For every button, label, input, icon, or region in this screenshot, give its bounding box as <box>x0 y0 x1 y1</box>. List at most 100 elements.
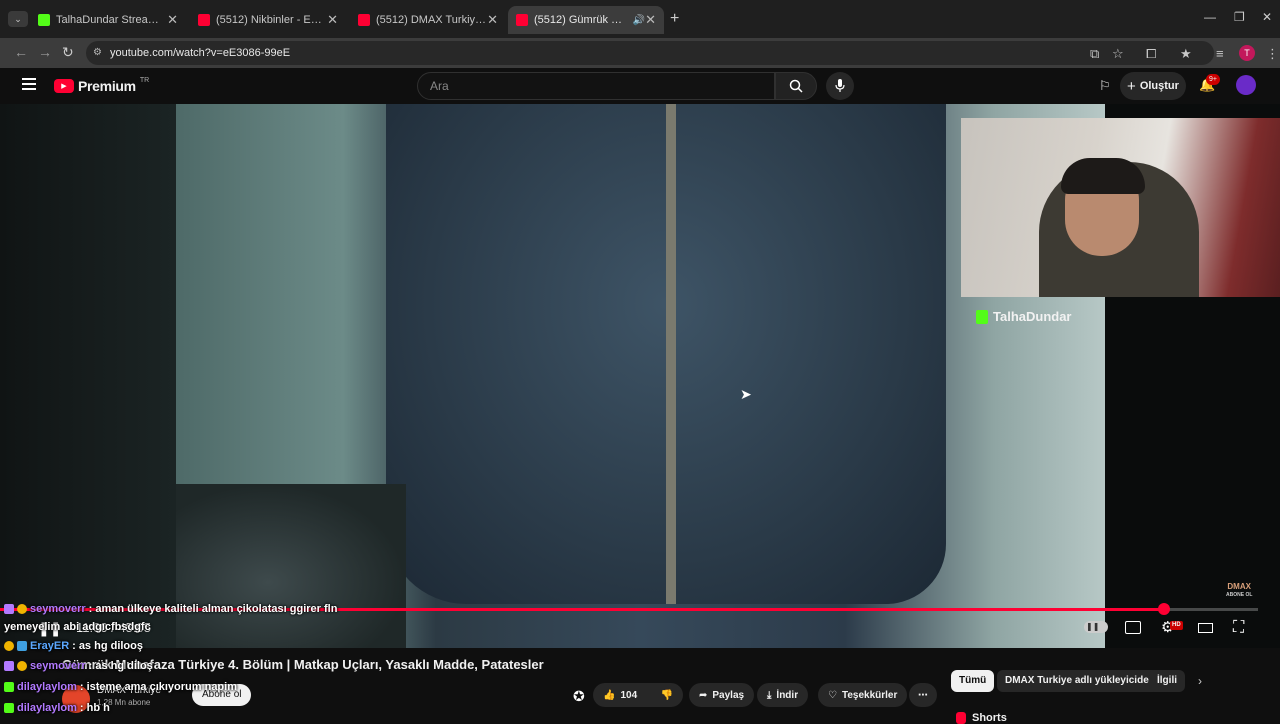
profile-avatar[interactable]: T <box>1239 45 1255 61</box>
youtube-favicon-icon <box>516 14 528 26</box>
minimize-icon[interactable]: — <box>1204 10 1216 24</box>
chip-related[interactable]: İlgili <box>1149 670 1185 692</box>
theater-mode-button[interactable] <box>1198 623 1213 633</box>
youtube-header: ▶ Premium TR Ara ⚐ + Oluştur 🔔 9+ <box>0 68 1280 104</box>
notification-count-badge: 9+ <box>1206 74 1220 85</box>
forward-icon[interactable]: → <box>38 44 52 60</box>
window-close-icon[interactable]: ✕ <box>1262 10 1272 24</box>
menu-dots-icon[interactable]: ⋮ <box>1266 46 1279 62</box>
chat-message: dilaylaylom : hb h <box>4 702 110 714</box>
cast-icon[interactable]: ⧉ <box>1090 46 1099 62</box>
tab-title: (5512) Nikbinler - Eylülzede | 7... <box>216 14 328 26</box>
tab-gumruk[interactable]: (5512) Gümrük Muhafaza Türkiye 🔊 ✕ <box>508 6 664 34</box>
share-label: Paylaş <box>712 689 745 701</box>
chat-message: ErayER : as hg dilooş <box>4 640 143 652</box>
media-control-icon[interactable]: ≡ <box>1216 46 1224 61</box>
tab-close-icon[interactable]: ✕ <box>167 12 178 28</box>
channel-watermark[interactable]: DMAX ABONE OL <box>1226 582 1252 600</box>
dislike-icon[interactable]: 👎 <box>661 690 673 701</box>
tab-nikbinler[interactable]: (5512) Nikbinler - Eylülzede | 7... ✕ <box>190 6 346 34</box>
chat-badge-icon <box>4 682 14 692</box>
chat-username: seymoverr <box>30 660 86 672</box>
shorts-shelf-header: Shorts <box>956 712 1007 724</box>
chat-text: hb h <box>86 702 110 714</box>
progress-scrubber-handle[interactable] <box>1158 603 1170 615</box>
chat-message: seymoverr : aman ülkeye kaliteli alman ç… <box>4 603 337 615</box>
share-button[interactable]: ➦ Paylaş <box>689 683 755 707</box>
restore-icon[interactable]: ❐ <box>1234 10 1245 24</box>
chat-badge-icon <box>4 641 14 651</box>
account-avatar[interactable] <box>1236 75 1256 95</box>
chat-badge-icon <box>17 641 27 651</box>
chat-username: dilaylaylom <box>17 702 77 714</box>
browser-toolbar: ← → ↻ ⚙ youtube.com/watch?v=eE3086-99eE … <box>0 38 1280 68</box>
mouse-cursor-icon: ➤ <box>740 386 752 402</box>
like-count[interactable]: 104 <box>620 690 637 701</box>
chat-text: isteme ama çıkıyorum napim <box>86 681 237 693</box>
like-icon[interactable]: 👍 <box>603 690 615 701</box>
speaker-icon[interactable]: 🔊 <box>633 15 645 26</box>
youtube-play-logo-icon: ▶ <box>54 79 74 93</box>
tab-search-button[interactable]: ⌄ <box>8 11 28 27</box>
download-icon: ⤓ <box>767 689 772 701</box>
chat-separator: : <box>88 603 93 615</box>
streamer-brand: TalhaDundar <box>976 309 1072 324</box>
chat-badge-icon <box>17 604 27 614</box>
voice-search-button[interactable] <box>826 72 854 100</box>
search-input[interactable]: Ara <box>417 72 775 100</box>
gift-icon[interactable]: ✪ <box>573 688 585 705</box>
create-button[interactable]: + Oluştur <box>1120 72 1186 100</box>
bookmark-star-icon[interactable]: ☆ <box>1112 46 1124 62</box>
video-player[interactable]: TalhaDundar DMAX ABONE OL ➤ <box>0 104 1280 648</box>
chat-separator: : <box>72 640 76 652</box>
chat-separator: : <box>79 702 84 714</box>
extensions-icon[interactable]: ⧠ <box>1146 46 1156 62</box>
streamer-name: TalhaDundar <box>993 309 1072 324</box>
back-icon[interactable]: ← <box>14 44 28 60</box>
like-dislike-group: 👍 104 👎 <box>593 683 683 707</box>
kick-logo-icon <box>976 309 988 324</box>
chips-next-icon[interactable]: › <box>1198 674 1202 688</box>
chat-text: as hg diloş <box>95 660 153 672</box>
tab-title: (5512) DMAX Turkiye - YouTube <box>376 14 487 26</box>
url-text: youtube.com/watch?v=eE3086-99eE <box>110 47 291 59</box>
tab-title: (5512) Gümrük Muhafaza Türkiye <box>534 14 629 26</box>
chat-badge-icon <box>4 661 14 671</box>
new-tab-button[interactable]: + <box>670 10 679 28</box>
site-info-icon[interactable]: ⚙ <box>93 41 102 65</box>
fullscreen-icon[interactable]: ⛶ <box>1233 619 1244 637</box>
tab-close-icon[interactable]: ✕ <box>487 12 498 28</box>
chip-all[interactable]: Tümü <box>951 670 995 692</box>
webcam-person-hair <box>1061 158 1145 194</box>
cast-studio-icon[interactable]: ⚐ <box>1099 78 1111 94</box>
shorts-icon <box>956 712 966 724</box>
chip-from-uploader[interactable]: DMAX Turkiye adlı yükleyiciden <box>997 670 1163 692</box>
bookmarks-icon[interactable]: ★ <box>1180 46 1192 62</box>
thanks-heart-icon: ♡ <box>828 689 837 701</box>
address-bar[interactable]: ⚙ youtube.com/watch?v=eE3086-99eE <box>86 41 1214 65</box>
search-icon <box>789 79 803 93</box>
more-actions-button[interactable]: ⋯ <box>909 683 937 707</box>
tab-title: TalhaDundar Stream - Kick Dashboard <box>56 14 167 26</box>
thanks-button[interactable]: ♡ Teşekkürler <box>818 683 908 707</box>
tab-close-icon[interactable]: ✕ <box>327 12 338 28</box>
chat-text: as hg dilooş <box>78 640 143 652</box>
kick-favicon-icon <box>38 14 50 26</box>
tab-dmax[interactable]: (5512) DMAX Turkiye - YouTube ✕ <box>350 6 506 34</box>
autoplay-toggle[interactable]: ❚❚ <box>1084 621 1108 633</box>
hamburger-menu-icon[interactable] <box>22 78 36 90</box>
search-button[interactable] <box>775 72 817 100</box>
streamer-webcam <box>961 118 1280 297</box>
create-label: Oluştur <box>1139 80 1179 92</box>
tab-close-icon[interactable]: ✕ <box>645 12 656 28</box>
logo-region: TR <box>139 76 150 84</box>
reload-icon[interactable]: ↻ <box>62 44 74 61</box>
watermark-subscribe: ABONE OL <box>1226 592 1253 598</box>
download-button[interactable]: ⤓ İndir <box>757 683 809 707</box>
youtube-premium-logo[interactable]: ▶ Premium TR <box>54 76 150 94</box>
chat-badge-icon <box>17 661 27 671</box>
subtitles-button[interactable] <box>1125 621 1141 634</box>
tab-kick[interactable]: TalhaDundar Stream - Kick Dashboard ✕ <box>30 6 186 34</box>
chat-text: aman ülkeye kaliteli alman çikolatası gg… <box>95 603 338 615</box>
logo-text: Premium <box>78 78 136 94</box>
